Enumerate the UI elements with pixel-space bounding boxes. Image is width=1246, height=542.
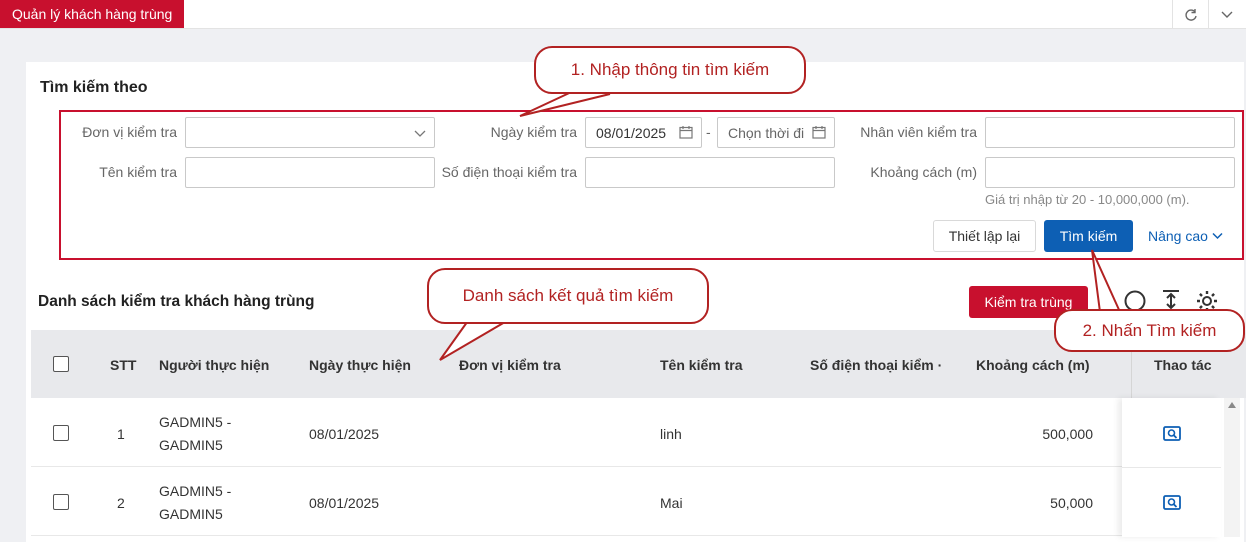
row-checkbox[interactable] — [53, 494, 69, 510]
row-performer-line2: GADMIN5 — [159, 506, 223, 522]
column-stt[interactable]: STT — [110, 357, 136, 373]
row-name: linh — [660, 426, 682, 442]
callout-step1: 1. Nhập thông tin tìm kiếm — [534, 46, 806, 94]
reset-button[interactable]: Thiết lập lại — [933, 220, 1036, 252]
column-distance[interactable]: Khoảng cách (m) — [976, 357, 1090, 373]
row-performer-line1: GADMIN5 - — [159, 414, 232, 430]
column-phone[interactable]: Số điện thoại kiểm · — [810, 357, 943, 373]
callout-result-list: Danh sách kết quả tìm kiếm — [427, 268, 709, 324]
date-label: Ngày kiểm tra — [490, 124, 577, 140]
staff-input[interactable] — [985, 117, 1235, 148]
chevron-down-icon — [1221, 11, 1232, 18]
divider — [1122, 467, 1221, 468]
list-title: Danh sách kiểm tra khách hàng trùng — [38, 293, 315, 310]
row-name: Mai — [660, 495, 683, 511]
row-date: 08/01/2025 — [309, 426, 380, 442]
distance-hint: Giá trị nhập từ 20 - 10,000,000 (m). — [985, 192, 1190, 207]
advanced-toggle[interactable]: Nâng cao — [1148, 228, 1223, 244]
phone-label: Số điện thoại kiểm tra — [441, 164, 577, 180]
date-separator: - — [706, 124, 711, 140]
chevron-down-icon — [1212, 232, 1223, 240]
date-to-input[interactable]: Chọn thời đi — [717, 117, 835, 148]
row-performer-line2: GADMIN5 — [159, 437, 223, 453]
date-from-value: 08/01/2025 — [596, 124, 667, 141]
row-distance: 50,000 — [1050, 495, 1093, 511]
column-actions: Thao tác — [1154, 357, 1212, 373]
date-to-placeholder: Chọn thời đi — [728, 124, 805, 141]
distance-label: Khoảng cách (m) — [870, 164, 977, 180]
row-distance: 500,000 — [1042, 426, 1093, 442]
calendar-icon — [679, 125, 693, 142]
date-from-input[interactable]: 08/01/2025 — [585, 117, 702, 148]
vertical-scrollbar[interactable] — [1224, 398, 1240, 537]
search-section-title: Tìm kiếm theo — [40, 79, 148, 96]
unit-select[interactable] — [185, 117, 435, 148]
name-input[interactable] — [185, 157, 435, 188]
chevron-down-icon — [414, 125, 426, 144]
row-stt: 1 — [117, 426, 125, 442]
callout-step2: 2. Nhấn Tìm kiếm — [1054, 309, 1245, 352]
top-bar: Quản lý khách hàng trùng — [0, 0, 1246, 29]
view-detail-icon[interactable] — [1163, 426, 1181, 444]
search-button[interactable]: Tìm kiếm — [1044, 220, 1133, 252]
column-performer[interactable]: Người thực hiện — [159, 357, 269, 373]
refresh-button[interactable] — [1172, 0, 1208, 29]
calendar-icon — [812, 125, 826, 142]
name-label: Tên kiểm tra — [99, 164, 177, 180]
row-checkbox[interactable] — [53, 425, 69, 441]
phone-input[interactable] — [585, 157, 835, 188]
select-all-checkbox[interactable] — [53, 356, 69, 372]
row-stt: 2 — [117, 495, 125, 511]
scroll-up-arrow-icon[interactable] — [1228, 402, 1236, 408]
column-name[interactable]: Tên kiểm tra — [660, 357, 742, 373]
unit-label: Đơn vị kiểm tra — [82, 124, 177, 140]
view-detail-icon[interactable] — [1163, 495, 1181, 513]
dropdown-button[interactable] — [1208, 0, 1244, 29]
tab-duplicate-customers[interactable]: Quản lý khách hàng trùng — [0, 0, 185, 28]
column-unit[interactable]: Đơn vị kiểm tra — [459, 357, 561, 373]
refresh-icon — [1184, 8, 1197, 21]
staff-label: Nhân viên kiểm tra — [860, 124, 977, 140]
distance-input[interactable] — [985, 157, 1235, 188]
column-date[interactable]: Ngày thực hiện — [309, 357, 411, 373]
row-date: 08/01/2025 — [309, 495, 380, 511]
row-performer-line1: GADMIN5 - — [159, 483, 232, 499]
actions-column — [1122, 398, 1221, 537]
advanced-label: Nâng cao — [1148, 228, 1208, 244]
